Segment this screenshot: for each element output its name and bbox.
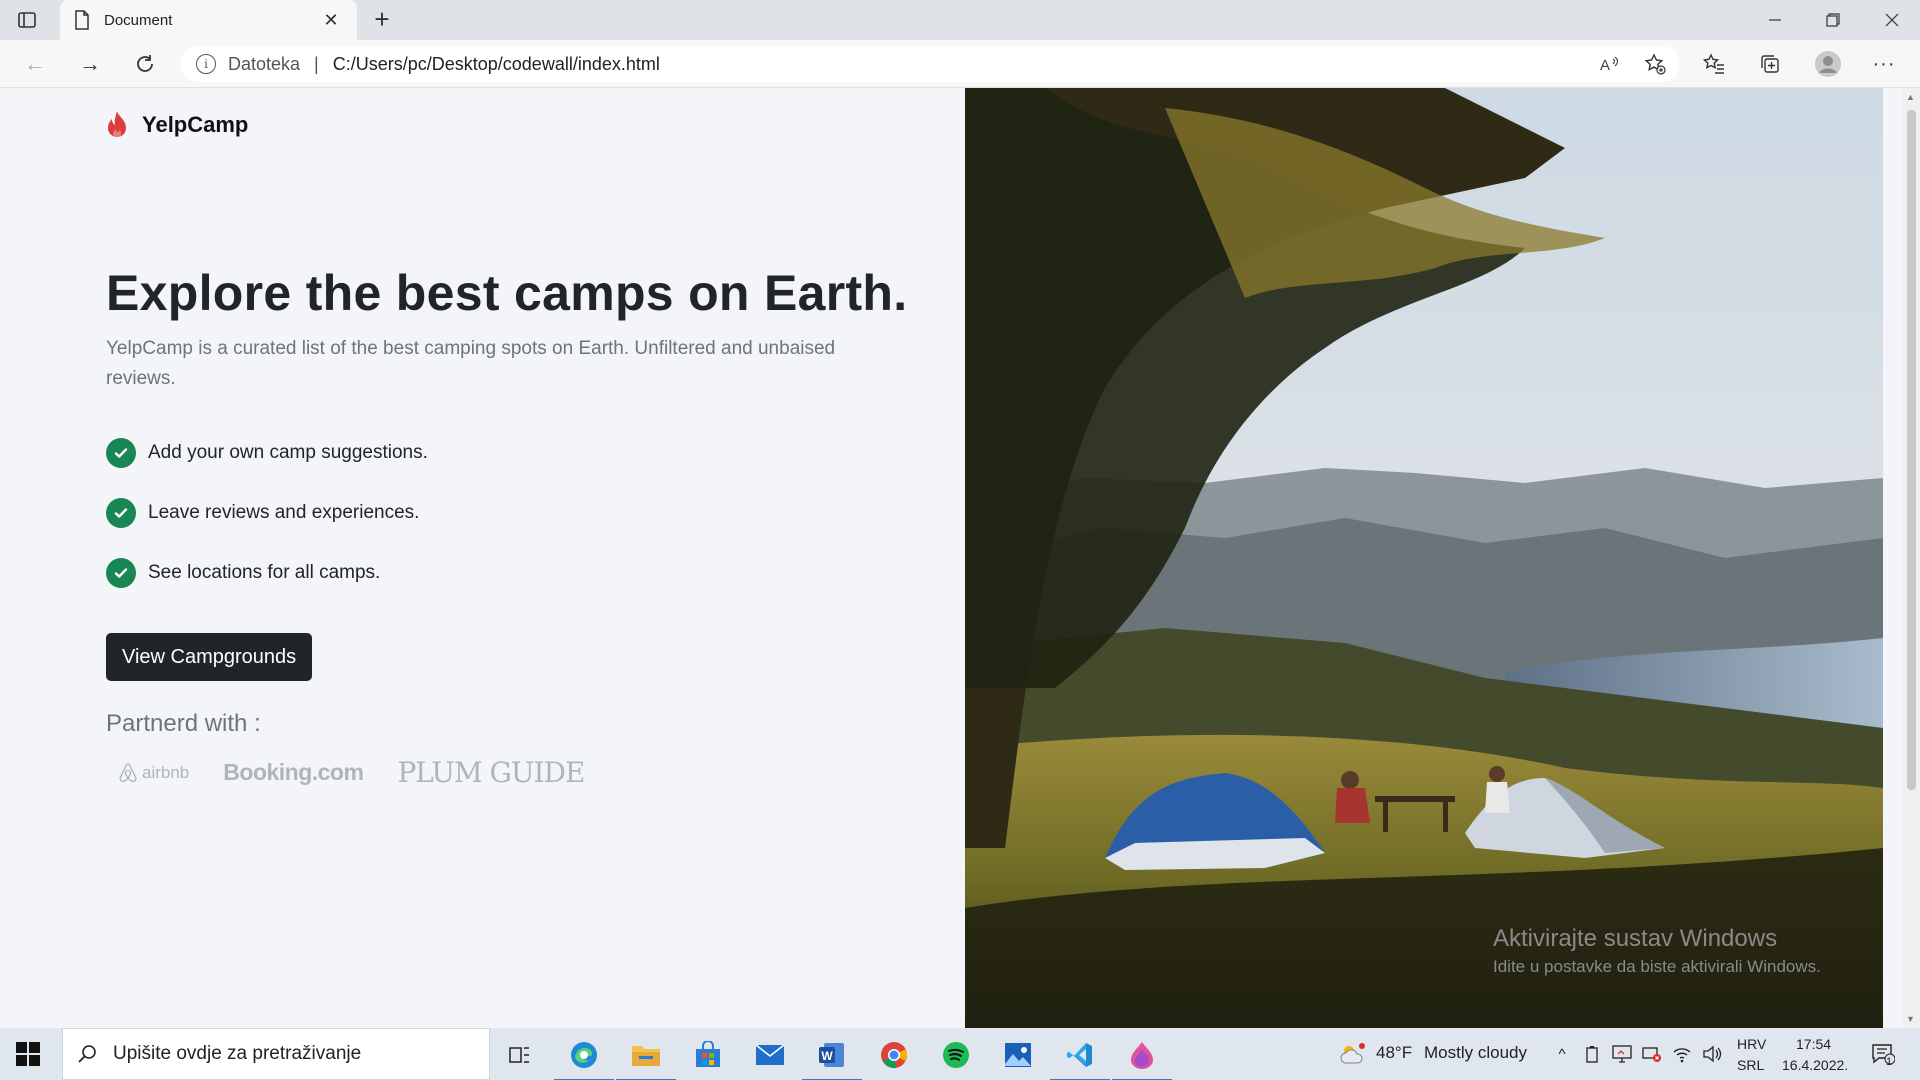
svg-text:W: W — [821, 1049, 833, 1063]
clock-time[interactable]: 17:54 — [1796, 1036, 1831, 1052]
airbnb-text: airbnb — [142, 762, 190, 782]
more-options-icon[interactable]: ··· — [1870, 50, 1898, 78]
feature-item: Add your own camp suggestions. — [106, 438, 428, 468]
feature-text: See locations for all camps. — [148, 562, 381, 583]
keyboard-language[interactable]: HRV — [1737, 1036, 1766, 1052]
brand-name: YelpCamp — [142, 112, 249, 137]
microsoft-store-icon[interactable] — [688, 1036, 728, 1074]
feature-item: Leave reviews and experiences. — [106, 498, 428, 528]
edge-icon[interactable] — [554, 1036, 614, 1080]
new-tab-button[interactable]: + — [368, 6, 396, 34]
document-icon — [75, 10, 89, 30]
tab-close-icon[interactable]: ✕ — [319, 10, 343, 31]
weather-icon[interactable] — [1340, 1043, 1366, 1064]
hero-photo — [965, 88, 1883, 1028]
hero-subtitle: YelpCamp is a curated list of the best c… — [106, 338, 836, 389]
booking-logo: Booking.com — [223, 759, 364, 785]
activation-title: Aktivirajte sustav Windows — [1493, 925, 1778, 952]
hero-title: Explore the best camps on Earth. — [106, 265, 908, 321]
airbnb-logo: airbnb — [118, 762, 189, 784]
browser-toolbar: ← → i Datoteka | C:/Users/pc/Desktop/cod… — [0, 40, 1920, 88]
feature-text: Add your own camp suggestions. — [148, 442, 428, 463]
collections-icon[interactable] — [1756, 50, 1784, 78]
window-close-icon[interactable] — [1864, 0, 1920, 40]
favorites-icon[interactable] — [1700, 50, 1728, 78]
svg-text:A: A — [1600, 57, 1610, 73]
taskbar-search[interactable]: Upišite ovdje za pretraživanje — [62, 1028, 490, 1080]
plum-guide-logo: PLUM GUIDE — [397, 756, 585, 789]
add-favorite-icon[interactable] — [1641, 50, 1669, 78]
address-scheme: Datoteka — [228, 53, 301, 74]
refresh-icon[interactable] — [130, 50, 160, 78]
scroll-up-icon[interactable]: ▲ — [1906, 92, 1915, 102]
forward-icon[interactable]: → — [75, 50, 105, 78]
browser-tab[interactable]: Document ✕ — [60, 0, 357, 40]
read-aloud-icon[interactable]: A — [1596, 50, 1624, 78]
notification-count: 1 — [1886, 1056, 1893, 1068]
partner-logos: airbnb Booking.com PLUM GUIDE — [118, 756, 585, 789]
paint-3d-icon[interactable] — [1112, 1036, 1172, 1080]
profile-avatar-icon[interactable] — [1814, 50, 1842, 78]
mail-icon[interactable] — [750, 1036, 790, 1074]
minimize-icon[interactable] — [1747, 0, 1803, 40]
clock-date[interactable]: 16.4.2022. — [1782, 1057, 1848, 1073]
search-icon — [78, 1045, 96, 1063]
file-explorer-icon[interactable] — [616, 1036, 676, 1080]
weather-condition[interactable]: Mostly cloudy — [1424, 1043, 1527, 1063]
view-campgrounds-button[interactable]: View Campgrounds — [106, 633, 313, 681]
task-view-icon[interactable] — [500, 1036, 540, 1074]
scrollbar-thumb[interactable] — [1907, 110, 1916, 790]
web-page: YelpCamp Explore the best camps on Earth… — [0, 88, 1903, 1028]
check-circle-icon — [106, 498, 136, 528]
tab-actions-icon[interactable] — [14, 8, 40, 32]
page-scrollbar[interactable]: ▲ ▼ — [1903, 88, 1920, 1028]
feature-list: Add your own camp suggestions. Leave rev… — [106, 438, 428, 618]
display-icon[interactable] — [1612, 1044, 1632, 1064]
photos-icon[interactable] — [998, 1036, 1038, 1074]
spotify-icon[interactable] — [936, 1036, 976, 1074]
security-warning-icon[interactable] — [1642, 1044, 1662, 1064]
search-placeholder: Upišite ovdje za pretraživanje — [113, 1043, 362, 1064]
battery-icon[interactable] — [1582, 1044, 1602, 1064]
partners-heading: Partnerd with : — [106, 710, 261, 737]
wifi-icon[interactable] — [1672, 1044, 1692, 1064]
volume-icon[interactable] — [1702, 1044, 1722, 1064]
scroll-down-icon[interactable]: ▼ — [1906, 1014, 1915, 1024]
chrome-icon[interactable] — [874, 1036, 914, 1074]
weather-temperature: 48°F — [1376, 1043, 1413, 1062]
windows-start-icon[interactable] — [16, 1042, 40, 1066]
tab-title: Document — [104, 11, 173, 29]
activation-subtitle: Idite u postavke da biste aktivirali Win… — [1493, 957, 1821, 976]
windows-taskbar: Upišite ovdje za pretraživanje W 48°F Mo… — [0, 1028, 1920, 1080]
info-icon[interactable]: i — [196, 54, 216, 74]
address-url[interactable]: C:/Users/pc/Desktop/codewall/index.html — [333, 54, 660, 75]
tab-strip: Document ✕ + — [0, 0, 1920, 40]
airbnb-icon — [119, 762, 137, 782]
chevron-up-icon[interactable]: ^ — [1552, 1044, 1572, 1064]
keyboard-layout[interactable]: SRL — [1737, 1057, 1764, 1073]
address-bar[interactable]: i Datoteka | C:/Users/pc/Desktop/codewal… — [180, 46, 1680, 82]
address-separator: | — [314, 53, 319, 74]
check-circle-icon — [106, 558, 136, 588]
vscode-icon[interactable] — [1050, 1036, 1110, 1080]
windows-activation-watermark: Aktivirajte sustav Windows Idite u posta… — [1493, 925, 1821, 977]
feature-text: Leave reviews and experiences. — [148, 502, 420, 523]
check-circle-icon — [106, 438, 136, 468]
word-icon[interactable]: W — [802, 1036, 862, 1080]
restore-icon[interactable] — [1805, 0, 1861, 40]
flame-icon — [108, 111, 126, 138]
back-icon[interactable]: ← — [20, 50, 50, 78]
brand-logo[interactable]: YelpCamp — [106, 110, 248, 140]
feature-item: See locations for all camps. — [106, 558, 428, 588]
